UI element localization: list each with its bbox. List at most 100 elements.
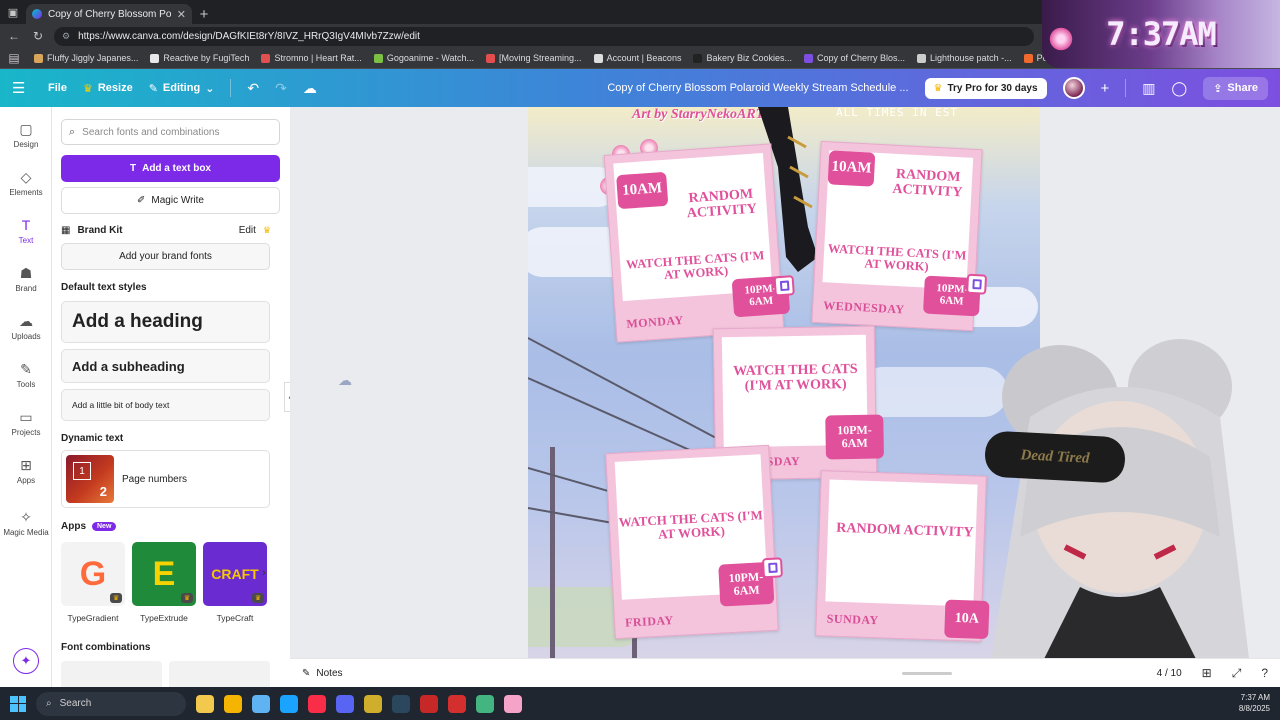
url-field[interactable]: ⚙ https://www.canva.com/design/DAGfKIEt8… <box>54 26 1034 46</box>
left-sidebar-rail: ✦ ▢ Design ◇ Elements T Text ☗ Brand ☁ Uploads ✎ To… <box>0 107 52 687</box>
text-icon: T <box>21 217 31 233</box>
editing-mode-button[interactable]: ✎ Editing ⌄ <box>149 82 215 95</box>
page-indicator[interactable]: 4 / 10 <box>1157 668 1182 679</box>
polaroid-monday[interactable]: 10AM RANDOM ACTIVITY WATCH THE CATS (I'M… <box>603 143 795 343</box>
timezone-text[interactable]: ALL TIMES IN EST <box>836 107 958 119</box>
reload-icon[interactable]: ↻ <box>30 28 46 44</box>
redo-icon[interactable]: ↷ <box>275 80 287 97</box>
thursday-night-activity: WATCH THE CATS (I'M AT WORK) <box>733 361 858 394</box>
elements-icon: ◇ <box>20 169 32 185</box>
rail-item-uploads[interactable]: ☁ Uploads <box>0 313 52 341</box>
bookmark-item[interactable]: Account | Beacons <box>593 53 681 63</box>
taskbar-app-icon[interactable] <box>224 694 242 713</box>
add-body-text-button[interactable]: Add a little bit of body text <box>61 389 270 421</box>
notes-button[interactable]: ✎ Notes <box>302 668 343 679</box>
add-heading-button[interactable]: Add a heading <box>61 301 270 343</box>
app-card-typeextrude[interactable]: E ♛ TypeExtrude <box>132 542 196 623</box>
taskbar-app-icon[interactable] <box>448 694 466 713</box>
menu-hamburger-icon[interactable]: ☰ <box>12 79 32 97</box>
polaroid-sunday[interactable]: RANDOM ACTIVITY 10A SUNDAY <box>815 470 990 642</box>
file-menu-button[interactable]: File <box>48 82 67 94</box>
taskbar-app-icon[interactable] <box>196 694 214 713</box>
taskbar-app-icon[interactable] <box>364 694 382 713</box>
undo-icon[interactable]: ↶ <box>247 80 259 97</box>
art-credit-text[interactable]: Art by StarryNekoART <box>632 107 764 123</box>
design-page[interactable]: Art by StarryNekoART ALL TIMES IN EST 10… <box>528 107 1040 658</box>
comment-icon[interactable]: ◯ <box>1172 80 1188 97</box>
apps-label: Apps <box>61 521 86 532</box>
blindfold-text: Dead Tired <box>983 430 1127 484</box>
bookmark-item[interactable]: Stromno | Heart Rat... <box>261 53 362 63</box>
grid-view-icon[interactable]: ⊞ <box>1202 666 1212 680</box>
zoom-slider[interactable] <box>902 672 952 675</box>
rail-item-design[interactable]: ▢ Design <box>0 121 52 149</box>
back-arrow-icon[interactable]: ← <box>6 28 22 44</box>
taskbar-app-icon[interactable] <box>336 694 354 713</box>
document-title[interactable]: Copy of Cherry Blossom Polaroid Weekly S… <box>607 82 908 94</box>
font-search-box[interactable]: ⌕ <box>61 119 280 145</box>
bookmark-menu-icon[interactable]: ▤ <box>6 50 22 66</box>
taskbar-app-icon[interactable] <box>308 694 326 713</box>
bookmark-item[interactable]: Copy of Cherry Blos... <box>803 53 905 63</box>
try-pro-button[interactable]: ♛ Try Pro for 30 days <box>924 77 1047 99</box>
magic-assistant-icon[interactable]: ✦ <box>13 648 39 674</box>
add-text-box-button[interactable]: T Add a text box <box>61 155 280 182</box>
search-icon: ⌕ <box>46 698 52 709</box>
taskbar-search[interactable]: ⌕ Search <box>36 691 186 716</box>
bookmark-item[interactable]: Gogoanime - Watch... <box>373 53 474 63</box>
font-search-input[interactable] <box>82 126 263 138</box>
taskbar-app-icon[interactable] <box>252 694 270 713</box>
site-info-icon[interactable]: ⚙ <box>62 31 70 42</box>
rail-item-brand[interactable]: ☗ Brand <box>0 265 52 293</box>
taskbar-app-icon[interactable] <box>504 694 522 713</box>
app-thumbnail: G ♛ <box>61 542 125 606</box>
bookmark-item[interactable]: Lighthouse patch -... <box>917 53 1012 63</box>
rail-item-magic-media[interactable]: ✧ Magic Media <box>0 509 52 537</box>
insights-chart-icon[interactable]: ▥ <box>1142 80 1155 97</box>
add-brand-fonts-button[interactable]: Add your brand fonts <box>61 243 270 270</box>
app-card-typecraft[interactable]: CRAFT ♛ TypeCraft <box>203 542 267 623</box>
add-subheading-button[interactable]: Add a subheading <box>61 349 270 383</box>
new-tab-icon[interactable]: + <box>192 4 216 24</box>
rail-item-tools[interactable]: ✎ Tools <box>0 361 52 389</box>
rail-item-projects[interactable]: ▭ Projects <box>0 409 52 437</box>
taskbar-app-icon[interactable] <box>280 694 298 713</box>
browser-tab-active[interactable]: Copy of Cherry Blossom Polaroid ✕ <box>26 4 192 24</box>
rail-item-apps[interactable]: ⊞ Apps <box>0 457 52 485</box>
resize-button[interactable]: ♛ Resize <box>83 82 133 95</box>
polaroid-friday[interactable]: WATCH THE CATS (I'M AT WORK) 10PM- 6AM F… <box>605 444 783 640</box>
bookmark-item[interactable]: Bakery Biz Cookies... <box>693 53 792 63</box>
brand-kit-label: Brand Kit <box>77 224 123 236</box>
share-button[interactable]: ⇪ Share <box>1203 76 1268 100</box>
windows-start-icon[interactable] <box>10 695 26 712</box>
taskbar-app-icon[interactable] <box>420 694 438 713</box>
bookmark-favicon-icon <box>693 53 703 63</box>
page-numbers-card[interactable]: 1 2 Page numbers <box>61 450 270 508</box>
crown-icon: ♛ <box>181 593 193 603</box>
design-canvas[interactable]: ☁ Art by StarryNekoART ALL TIMES IN EST <box>290 107 1280 658</box>
new-badge: New <box>92 522 117 531</box>
close-tab-icon[interactable]: ✕ <box>177 8 186 21</box>
taskbar-app-icon[interactable] <box>476 694 494 713</box>
cloud-sync-icon[interactable]: ☁ <box>303 80 317 97</box>
polaroid-wednesday[interactable]: 10AM RANDOM ACTIVITY WATCH THE CATS (I'M… <box>811 140 988 332</box>
apps-heading: Apps New <box>61 521 117 532</box>
bookmark-item[interactable]: Reactive by FugiTech <box>150 53 249 63</box>
user-avatar[interactable] <box>1062 77 1085 99</box>
add-collaborator-icon[interactable]: + <box>1101 80 1110 97</box>
help-icon[interactable]: ? <box>1261 666 1268 680</box>
chevron-right-icon[interactable]: › <box>262 567 266 579</box>
taskbar-app-icon[interactable] <box>392 694 410 713</box>
bookmark-item[interactable]: Fluffy Jiggly Japanes... <box>34 53 138 63</box>
tab-search-icon[interactable]: ▣ <box>0 0 26 24</box>
magic-write-button[interactable]: ✐ Magic Write <box>61 187 280 214</box>
taskbar-clock[interactable]: 7:37 AM 8/8/2025 <box>1239 693 1270 714</box>
fullscreen-icon[interactable]: ⤢ <box>1232 666 1242 681</box>
app-card-typegradient[interactable]: G ♛ TypeGradient <box>61 542 125 623</box>
rail-item-label: Tools <box>16 380 36 389</box>
rail-item-elements[interactable]: ◇ Elements <box>0 169 52 197</box>
bookmark-item[interactable]: [Moving Streaming... <box>486 53 582 63</box>
rail-item-text[interactable]: T Text <box>0 217 52 245</box>
rail-item-label: Uploads <box>11 332 41 341</box>
brand-kit-edit-link[interactable]: Edit <box>239 225 256 236</box>
